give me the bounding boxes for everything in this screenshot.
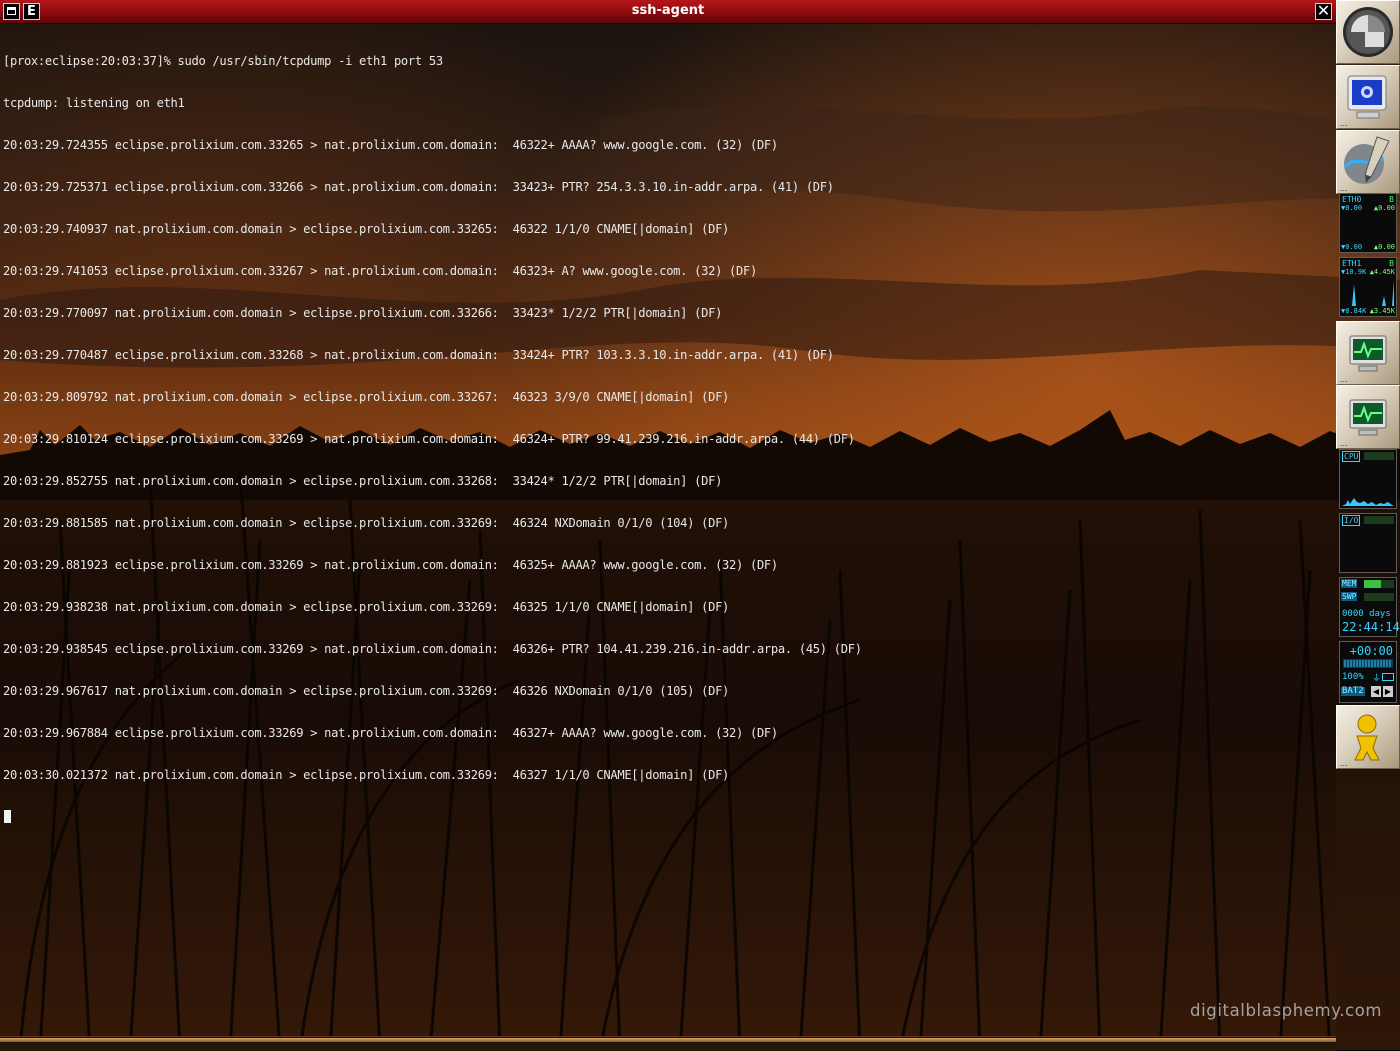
io-load-bar <box>1364 516 1394 524</box>
dock-user-tile[interactable]: ... <box>1336 705 1400 769</box>
tile-dots: ... <box>1340 184 1348 193</box>
terminal-line: 20:03:29.852755 nat.prolixium.com.domain… <box>3 474 723 488</box>
terminal-line: tcpdump: listening on eth1 <box>3 96 185 110</box>
scrollbar-thumb[interactable] <box>0 1038 1336 1042</box>
swp-bar-track <box>1364 593 1394 601</box>
eth0-tx-total: ▲0.00 <box>1373 243 1395 251</box>
eth0-flag: B <box>1389 195 1394 204</box>
terminal-line: 20:03:29.740937 nat.prolixium.com.domain… <box>3 222 730 236</box>
eth0-label: ETH0 <box>1342 195 1362 204</box>
eth0-monitor: ETH0 B ▼0.00 ▲0.00 ▼0.00 ▲0.00 <box>1339 193 1397 253</box>
terminal-line: 20:03:30.021372 nat.prolixium.com.domain… <box>3 768 730 782</box>
terminal-line: 20:03:29.938238 nat.prolixium.com.domain… <box>3 600 730 614</box>
eth1-tx-rate: ▲4.45K <box>1369 268 1395 276</box>
io-label: I/O <box>1342 515 1361 526</box>
eth1-monitor: ETH1 B ▼10.9K ▲4.45K ▼8.84K ▲3.45K <box>1339 257 1397 317</box>
terminal-cursor <box>4 810 11 823</box>
battery-level-bar <box>1343 659 1393 668</box>
tile-dots: ... <box>1340 759 1348 768</box>
terminal-line: 20:03:29.938545 eclipse.prolixium.com.33… <box>3 642 862 656</box>
battery-name: BAT2 <box>1341 686 1365 696</box>
window-title: ssh-agent <box>631 3 705 18</box>
io-monitor: I/O <box>1339 513 1397 573</box>
mem-bar-fill <box>1364 580 1381 588</box>
dock-computer-tile[interactable]: ... <box>1336 65 1400 129</box>
battery-prev-button[interactable]: ◀ <box>1371 686 1381 697</box>
battery-next-button[interactable]: ▶ <box>1383 686 1393 697</box>
uptime-days: 0000 days <box>1342 609 1391 619</box>
terminal-line: 20:03:29.967617 nat.prolixium.com.domain… <box>3 684 730 698</box>
terminal-line: [prox:eclipse:20:03:37]% sudo /usr/sbin/… <box>3 54 443 68</box>
cpu-label: CPU <box>1342 451 1361 462</box>
eth1-traffic-graph <box>1342 280 1394 306</box>
terminal-output: [prox:eclipse:20:03:37]% sudo /usr/sbin/… <box>0 24 1336 851</box>
tile-dots: ... <box>1340 119 1348 128</box>
eth1-label: ETH1 <box>1342 259 1362 268</box>
terminal-window: E ssh-agent ✕ [prox:eclipse:20:03:37]% s… <box>0 0 1336 1036</box>
dock: ... ... ETH0 B ▼0.00 ▲0.00 ▼0.00 ▲0.00 E… <box>1336 0 1400 770</box>
uptime-clock: 22:44:14 <box>1342 620 1400 634</box>
wallpaper-watermark: digitalblasphemy.com <box>1190 1001 1383 1020</box>
tile-dots: ... <box>1340 375 1348 384</box>
eth0-rx-total: ▼0.00 <box>1341 243 1363 251</box>
window-titlebar[interactable]: E ssh-agent ✕ <box>0 0 1336 24</box>
cpu-graph <box>1342 498 1394 506</box>
terminal-line: 20:03:29.770487 eclipse.prolixium.com.33… <box>3 348 834 362</box>
dock-sysmon-tile-2[interactable]: ... <box>1336 385 1400 449</box>
terminal-line: 20:03:29.725371 eclipse.prolixium.com.33… <box>3 180 834 194</box>
battery-icon <box>1382 673 1394 681</box>
eth1-tx-total: ▲3.45K <box>1369 307 1395 315</box>
eth0-tx-rate: ▲0.00 <box>1373 204 1395 212</box>
eth1-rx-rate: ▼10.9K <box>1341 268 1367 276</box>
terminal-line: 20:03:29.770097 nat.prolixium.com.domain… <box>3 306 723 320</box>
terminal-body[interactable]: [prox:eclipse:20:03:37]% sudo /usr/sbin/… <box>0 24 1336 1036</box>
mem-monitor: MEM SWP 0000 days 22:44:14 <box>1339 577 1400 637</box>
terminal-line: 20:03:29.810124 eclipse.prolixium.com.33… <box>3 432 855 446</box>
cpu-monitor: CPU <box>1339 449 1397 509</box>
dock-graphics-tile[interactable]: ... <box>1336 130 1400 194</box>
battery-monitor: +00:00 100% ⏚ BAT2 ◀ ▶ <box>1339 641 1397 703</box>
terminal-line: 20:03:29.967884 eclipse.prolixium.com.33… <box>3 726 778 740</box>
dock-sysmon-tile[interactable]: ... <box>1336 321 1400 385</box>
dock-logo-icon <box>1343 7 1393 57</box>
plug-icon: ⏚ <box>1372 674 1382 684</box>
swp-label: SWP <box>1341 592 1358 601</box>
horizontal-scrollbar[interactable] <box>0 1036 1336 1051</box>
terminal-line: 20:03:29.741053 eclipse.prolixium.com.33… <box>3 264 757 278</box>
eth1-rx-total: ▼8.84K <box>1341 307 1367 315</box>
eth1-flag: B <box>1389 259 1394 268</box>
terminal-line: 20:03:29.809792 nat.prolixium.com.domain… <box>3 390 730 404</box>
close-button[interactable]: ✕ <box>1315 3 1332 20</box>
terminal-line: 20:03:29.881585 nat.prolixium.com.domain… <box>3 516 730 530</box>
dock-logo-tile[interactable] <box>1336 0 1400 64</box>
cpu-load-bar <box>1364 452 1394 460</box>
tile-dots: ... <box>1340 439 1348 448</box>
battery-percent: 100% <box>1342 672 1364 682</box>
mem-label: MEM <box>1341 579 1358 588</box>
terminal-line: 20:03:29.724355 eclipse.prolixium.com.33… <box>3 138 778 152</box>
eth0-rx-rate: ▼0.00 <box>1341 204 1363 212</box>
terminal-line: 20:03:29.881923 eclipse.prolixium.com.33… <box>3 558 778 572</box>
battery-time-offset: +00:00 <box>1349 644 1393 658</box>
